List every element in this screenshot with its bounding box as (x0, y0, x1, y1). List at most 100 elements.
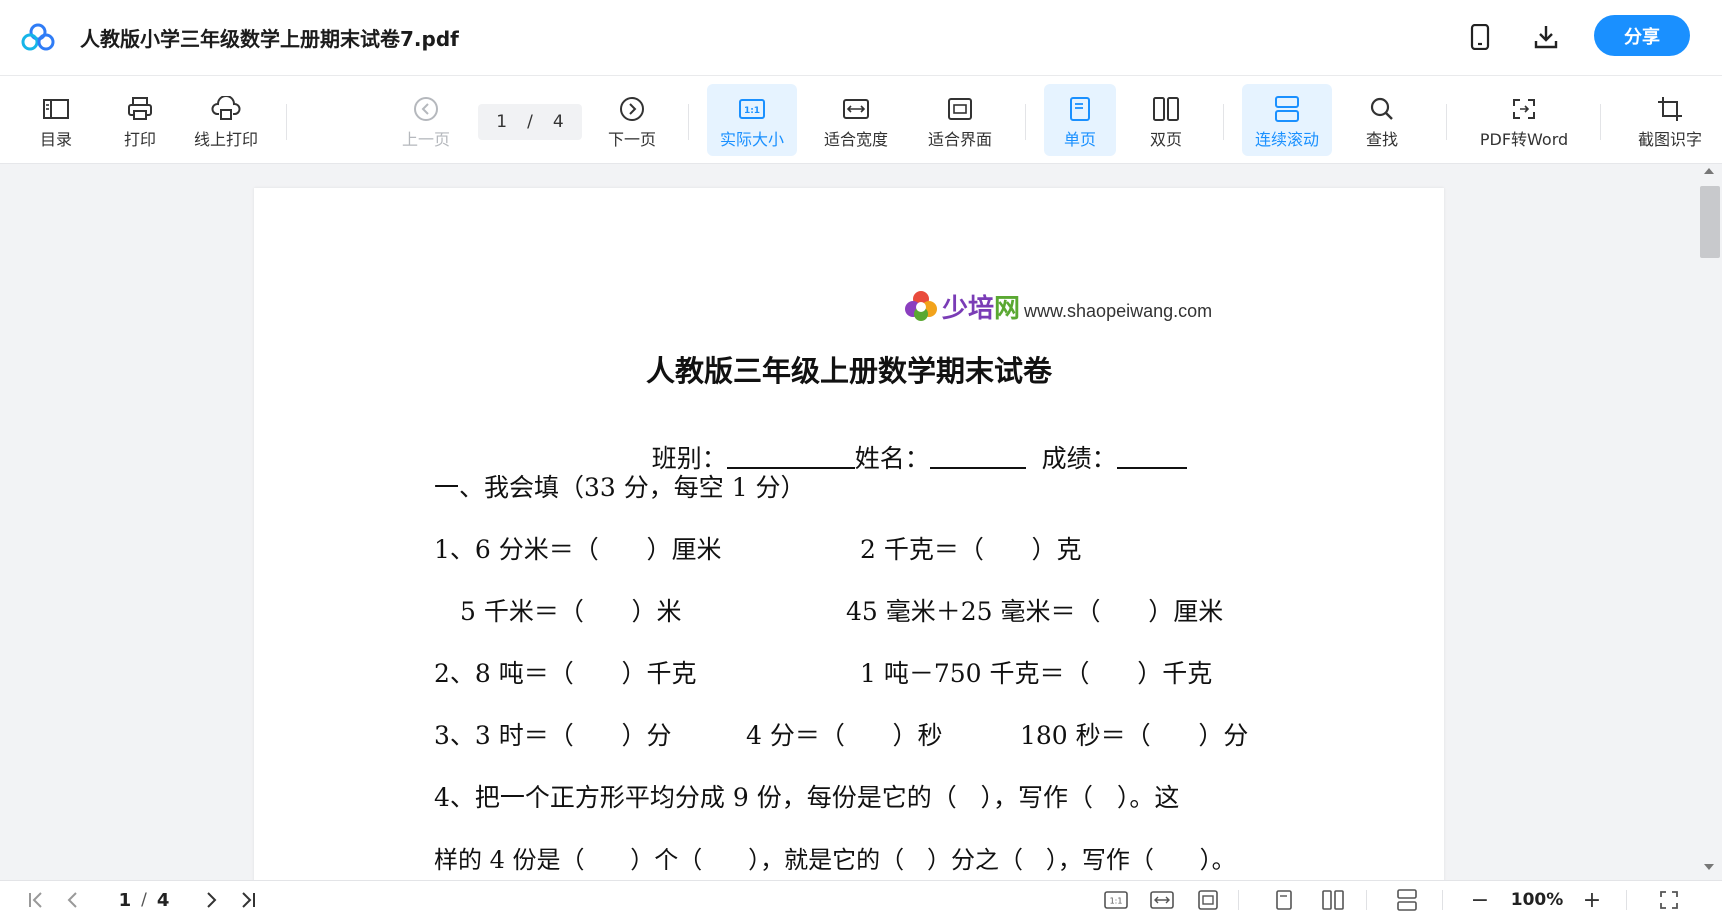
print-button[interactable]: 打印 (118, 84, 162, 156)
page-number-input[interactable]: 1 / 4 (478, 104, 582, 140)
fit-screen-small-button[interactable] (1194, 888, 1222, 912)
single-page-icon (1276, 890, 1292, 910)
chevron-right-icon (207, 892, 217, 908)
brand-logo: 少培网 www.shaopeiwang.com (902, 287, 1212, 325)
single-page-small-button[interactable] (1270, 888, 1298, 912)
actual-size-button[interactable]: 1:1 实际大小 (707, 84, 797, 156)
question-text: 5 千米＝（ ）米 (460, 597, 682, 626)
ocr-button[interactable]: 截图识字 (1628, 84, 1712, 156)
next-page-button[interactable]: 下一页 (604, 84, 660, 156)
download-button[interactable] (1530, 21, 1562, 53)
question-text: 4、把一个正方形平均分成 9 份，每份是它的（ ），写作（ ）。这 (434, 783, 1180, 812)
find-label: 查找 (1365, 130, 1398, 149)
first-page-icon (29, 892, 42, 908)
single-page-label: 单页 (1063, 130, 1096, 149)
last-page-button[interactable] (236, 888, 260, 912)
toolbar: 目录 打印 线上打印 上一页 1 / 4 下一页 1:1 实际大小 适合宽度 适… (0, 76, 1722, 164)
next-page-small-button[interactable] (200, 888, 224, 912)
zoom-in-button[interactable]: + (1580, 888, 1604, 913)
find-button[interactable]: 查找 (1352, 84, 1412, 156)
scroll-up-icon[interactable] (1704, 168, 1714, 174)
fit-width-icon (843, 99, 869, 119)
single-page-button[interactable]: 单页 (1044, 84, 1116, 156)
continuous-scroll-label: 连续滚动 (1254, 130, 1319, 149)
question-text: 样的 4 份是（ ）个（ ），就是它的（ ）分之（ ），写作（ ）。 (434, 846, 1236, 874)
page-total: 4 (552, 112, 564, 132)
circle-chevron-right-icon (620, 97, 644, 121)
share-button[interactable]: 分享 (1594, 15, 1690, 56)
printer-icon (128, 97, 152, 120)
double-page-small-button[interactable] (1318, 888, 1348, 912)
app-logo-icon (21, 23, 55, 51)
question-text: 2、8 吨＝（ ）千克 (434, 659, 697, 688)
bottom-divider (1442, 890, 1443, 910)
prev-page-button[interactable]: 上一页 (398, 84, 454, 156)
fit-screen-icon (948, 98, 972, 120)
continuous-scroll-button[interactable]: 连续滚动 (1242, 84, 1332, 156)
bottom-bar: 1 / 4 1:1 − 100% + (0, 880, 1722, 917)
prev-page-small-button[interactable] (60, 888, 84, 912)
brand-name: 少培网 (942, 293, 1021, 324)
chevron-left-icon (67, 892, 77, 908)
question-text: 1 吨－750 千克＝（ ）千克 (860, 659, 1213, 688)
fit-screen-button[interactable]: 适合界面 (922, 84, 998, 156)
double-page-button[interactable]: 双页 (1130, 84, 1202, 156)
search-icon (1370, 97, 1393, 120)
circle-chevron-left-icon (414, 97, 438, 121)
fullscreen-icon (1660, 891, 1678, 909)
document-viewer[interactable]: 少培网 www.shaopeiwang.com 人教版三年级上册数学期末试卷 班… (0, 165, 1722, 880)
mobile-view-button[interactable] (1464, 21, 1496, 53)
toolbar-divider (1223, 104, 1224, 140)
toolbar-divider (286, 104, 287, 140)
svg-text:1:1: 1:1 (1110, 897, 1123, 906)
actual-size-small-button[interactable]: 1:1 (1102, 888, 1130, 912)
actual-size-icon: 1:1 (1104, 891, 1128, 909)
continuous-scroll-icon (1275, 96, 1299, 122)
question-text: 4 分＝（ ）秒 (746, 721, 943, 750)
vertical-scrollbar[interactable] (1700, 165, 1722, 880)
double-page-icon (1322, 890, 1344, 910)
toc-icon (43, 99, 69, 119)
convert-icon (1513, 99, 1535, 119)
scrollbar-thumb[interactable] (1700, 186, 1720, 258)
toc-button[interactable]: 目录 (34, 84, 78, 156)
next-page-label: 下一页 (607, 130, 656, 149)
fit-screen-icon (1198, 890, 1218, 910)
fit-width-button[interactable]: 适合宽度 (818, 84, 894, 156)
toolbar-divider (688, 104, 689, 140)
document-title: 人教版小学三年级数学上册期末试卷7.pdf (80, 27, 459, 51)
first-page-button[interactable] (24, 888, 48, 912)
fit-width-icon (1150, 891, 1174, 909)
question-text: 3、3 时＝（ ）分 (434, 721, 672, 750)
continuous-scroll-small-button[interactable] (1392, 888, 1422, 912)
zoom-out-button[interactable]: − (1468, 888, 1492, 913)
fit-width-small-button[interactable] (1148, 888, 1176, 912)
download-icon (1534, 26, 1558, 49)
double-page-icon (1153, 97, 1179, 121)
toolbar-divider (1025, 104, 1026, 140)
exam-title: 人教版三年级上册数学期末试卷 (645, 354, 1052, 388)
print-label: 打印 (123, 130, 156, 149)
ocr-label: 截图识字 (1637, 130, 1702, 149)
bottom-page-indicator: 1 / 4 (118, 889, 170, 911)
pdf-to-word-button[interactable]: PDF转Word (1474, 84, 1574, 156)
page-current: 1 (496, 112, 508, 132)
actual-size-icon: 1:1 (739, 99, 765, 119)
question-text: 180 秒＝（ ）分 (1020, 721, 1249, 750)
online-print-button[interactable]: 线上打印 (188, 84, 264, 156)
online-print-label: 线上打印 (193, 130, 258, 149)
scroll-down-icon[interactable] (1704, 864, 1714, 870)
crop-icon (1658, 97, 1682, 121)
title-bar: 人教版小学三年级数学上册期末试卷7.pdf 分享 (0, 0, 1722, 76)
svg-text:1:1: 1:1 (744, 106, 760, 116)
toc-label: 目录 (39, 130, 72, 149)
bottom-divider (1626, 890, 1627, 910)
prev-page-label: 上一页 (401, 130, 450, 149)
fullscreen-button[interactable] (1656, 888, 1682, 912)
flower-logo-icon (905, 291, 937, 321)
continuous-scroll-icon (1397, 889, 1417, 911)
toolbar-divider (1446, 104, 1447, 140)
question-text: 1、6 分米＝（ ）厘米 (434, 535, 722, 564)
fit-screen-label: 适合界面 (927, 130, 992, 149)
fit-width-label: 适合宽度 (823, 130, 888, 149)
